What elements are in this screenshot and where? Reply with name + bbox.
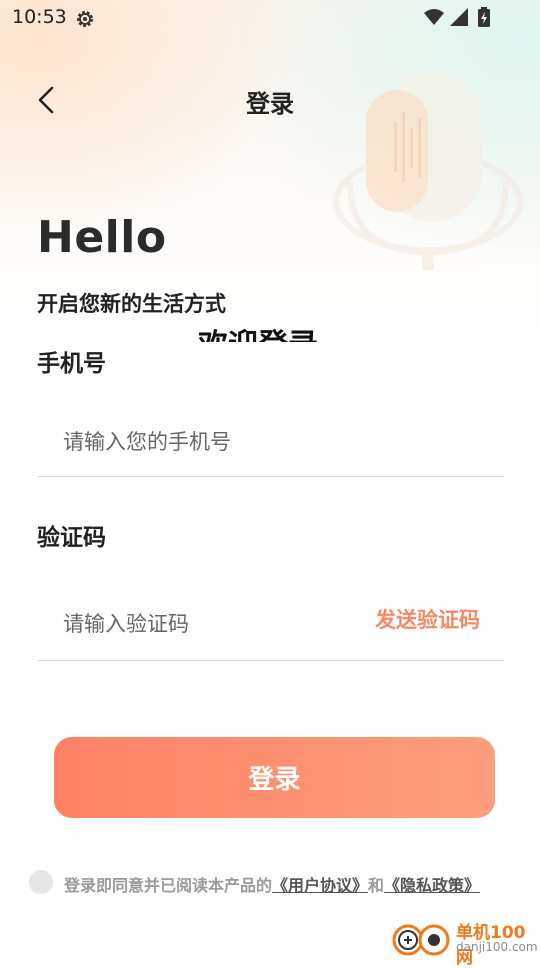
hello-heading: Hello [37,212,167,263]
privacy-policy-link[interactable]: 《隐私政策》 [384,876,480,895]
watermark-logo-icon [392,924,450,956]
user-agreement-link[interactable]: 《用户协议》 [272,876,368,895]
phone-input[interactable] [61,424,365,460]
status-icons [424,7,490,27]
agreement-checkbox[interactable] [29,870,53,894]
welcome-text-clip: 欢迎登录 [198,320,398,342]
agreement-text: 登录即同意并已阅读本产品的《用户协议》和《隐私政策》 [64,872,480,896]
agreement-prefix: 登录即同意并已阅读本产品的 [64,876,273,895]
status-bar: 10:53 [0,0,540,36]
battery-charging-icon [478,7,490,27]
wifi-icon [424,9,444,25]
signal-icon [450,8,468,26]
code-field: 发送验证码 [37,594,504,661]
status-time: 10:53 [12,6,67,28]
code-input[interactable] [61,606,365,642]
phone-field [37,412,504,477]
watermark-en: danji100.com [456,940,538,954]
agreement-and: 和 [368,876,385,895]
send-code-button[interactable]: 发送验证码 [375,604,480,634]
welcome-text: 欢迎登录 [198,320,318,342]
login-button[interactable]: 登录 [54,737,495,818]
phone-label: 手机号 [37,351,106,377]
subtitle: 开启您新的生活方式 [37,292,226,316]
site-watermark: 单机100网 danji100.com [390,916,540,968]
page-title: 登录 [246,90,294,118]
gear-icon [77,11,93,27]
code-label: 验证码 [37,525,106,551]
